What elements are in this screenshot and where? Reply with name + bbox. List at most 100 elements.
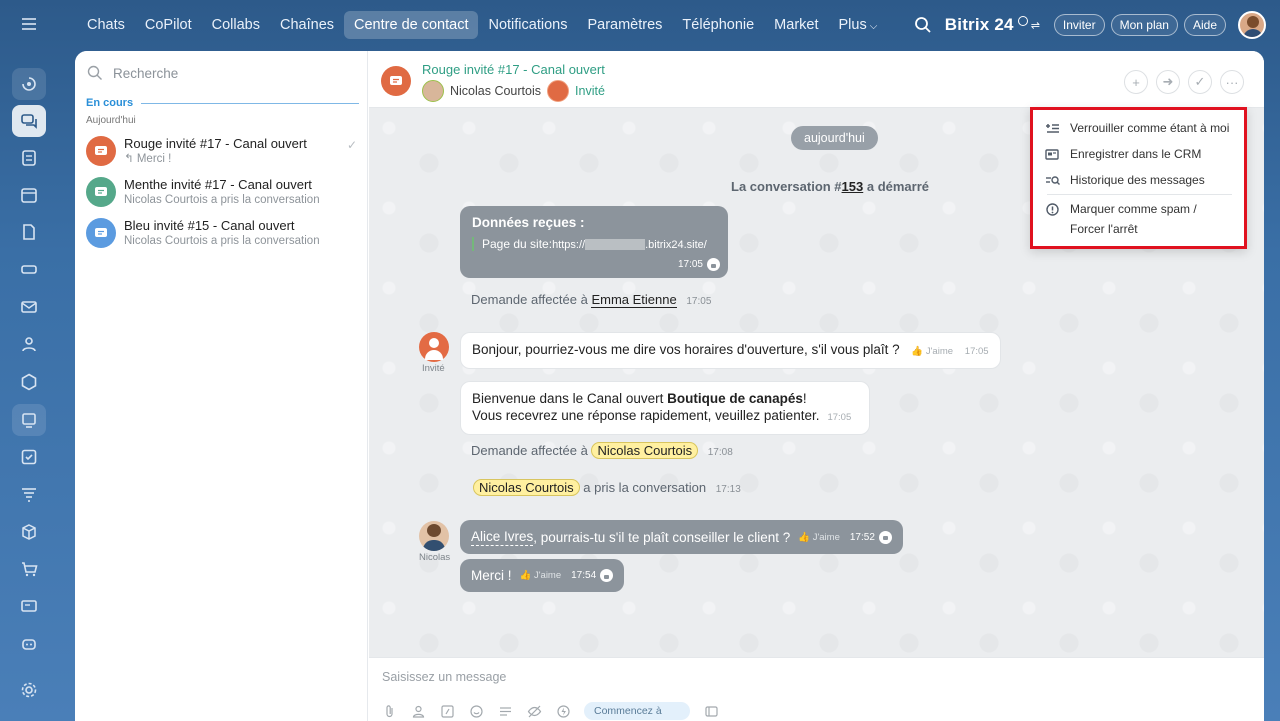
add-icon[interactable]: + xyxy=(1124,70,1148,94)
rail-robot-icon[interactable] xyxy=(12,628,46,660)
guest-name[interactable]: Invité xyxy=(575,84,605,98)
menu-item-history[interactable]: Historique des messages xyxy=(1044,170,1205,190)
search-icon[interactable] xyxy=(913,15,933,35)
assigned-user-chip[interactable]: Nicolas Courtois xyxy=(591,442,699,459)
tab-notifications[interactable]: Notifications xyxy=(478,11,577,39)
chat-item-blue[interactable]: Bleu invité #15 - Canal ouvert Nicolas C… xyxy=(86,218,361,256)
site-url-suffix[interactable]: .bitrix24.site/ xyxy=(645,239,707,251)
start-typing-field[interactable]: Commencez à xyxy=(584,702,690,720)
guest-avatar[interactable] xyxy=(547,80,570,102)
time-text: 17:05 xyxy=(827,412,852,423)
tab-chats[interactable]: Chats xyxy=(77,11,135,39)
mention-link[interactable]: Alice Ivres xyxy=(471,528,534,546)
hidden-message-icon[interactable] xyxy=(526,703,542,719)
member-avatar[interactable] xyxy=(422,80,444,102)
chat-item-mint[interactable]: Menthe invité #17 - Canal ouvert Nicolas… xyxy=(86,177,361,215)
tab-copilot[interactable]: CoPilot xyxy=(135,11,202,39)
tab-collabs[interactable]: Collabs xyxy=(202,11,270,39)
like-button[interactable]: 👍 J'aime xyxy=(911,346,953,357)
message-time: 17:05 xyxy=(678,258,720,271)
quick-answers-icon[interactable] xyxy=(497,703,513,719)
agent-avatar[interactable] xyxy=(419,521,449,551)
time-text: 17:13 xyxy=(715,484,741,495)
my-plan-button[interactable]: Mon plan xyxy=(1110,14,1178,36)
panel-icon[interactable] xyxy=(703,703,719,719)
template-icon[interactable] xyxy=(439,703,455,719)
reply-icon: ↰ xyxy=(124,153,137,165)
like-button[interactable]: 👍 J'aime xyxy=(520,567,562,584)
rail-tasks-icon[interactable] xyxy=(12,441,46,473)
rail-cart-icon[interactable] xyxy=(12,553,46,585)
smile-icon[interactable] xyxy=(468,703,484,719)
user-avatar[interactable] xyxy=(1238,11,1266,39)
rail-chat-icon[interactable] xyxy=(12,105,46,137)
tune-icon[interactable]: ⇌ xyxy=(1031,19,1040,32)
chat-avatar xyxy=(86,136,116,166)
rail-contact-center-icon[interactable] xyxy=(12,404,46,436)
menu-item-spam[interactable]: Marquer comme spam / Forcer l'arrêt xyxy=(1044,199,1197,239)
rail-mail-icon[interactable] xyxy=(12,291,46,323)
attach-icon[interactable] xyxy=(381,703,397,719)
spam-line-2: Forcer l'arrêt xyxy=(1070,222,1138,236)
rail-box-icon[interactable] xyxy=(12,516,46,548)
clock-icon[interactable] xyxy=(1017,16,1028,26)
message-text: , pourrais-tu s'il te plaît conseiller l… xyxy=(533,529,791,545)
pin-lines-icon xyxy=(1044,120,1060,136)
like-label: J'aime xyxy=(925,346,954,357)
menu-icon[interactable] xyxy=(18,13,40,35)
tab-contact-center[interactable]: Centre de contact xyxy=(344,11,479,39)
guest-avatar[interactable] xyxy=(419,332,449,362)
rail-documents-icon[interactable] xyxy=(12,216,46,248)
rail-groups-icon[interactable] xyxy=(12,328,46,360)
crm-card-icon xyxy=(1044,146,1060,162)
dialog-title[interactable]: Rouge invité #17 - Canal ouvert xyxy=(422,62,605,77)
message-text: Bonjour, pourriez-vous me dire vos horai… xyxy=(472,342,900,357)
lightning-icon[interactable] xyxy=(555,703,571,719)
tab-settings[interactable]: Paramètres xyxy=(577,11,672,39)
chat-title: Menthe invité #17 - Canal ouvert xyxy=(124,177,312,192)
brand-logo[interactable]: Bitrix 24 xyxy=(945,15,1014,35)
chat-item-red[interactable]: Rouge invité #17 - Canal ouvert ↰ Merci … xyxy=(86,136,361,174)
menu-item-save-crm[interactable]: Enregistrer dans le CRM xyxy=(1044,144,1201,164)
invite-button[interactable]: Inviter xyxy=(1053,14,1105,36)
rail-funnel-icon[interactable] xyxy=(12,478,46,510)
message-text: Merci ! xyxy=(471,568,512,583)
chat-preview: ↰ Merci ! xyxy=(124,151,361,167)
rail-hexagon-icon[interactable] xyxy=(12,366,46,398)
dialog-avatar[interactable] xyxy=(381,66,411,96)
rail-calendar-icon[interactable] xyxy=(12,179,46,211)
menu-item-label: Enregistrer dans le CRM xyxy=(1070,147,1202,161)
tab-market[interactable]: Market xyxy=(764,11,828,39)
rail-feed-icon[interactable] xyxy=(12,142,46,174)
assigned-user-link[interactable]: Emma Etienne xyxy=(591,292,677,308)
message-input[interactable]: Saisissez un message xyxy=(382,670,506,684)
rail-card-icon[interactable] xyxy=(12,590,46,622)
rail-settings-icon[interactable] xyxy=(12,674,46,706)
site-url-prefix[interactable]: https:// xyxy=(552,239,585,251)
day-label: Aujourd'hui xyxy=(86,115,136,126)
help-button[interactable]: Aide xyxy=(1183,14,1226,36)
welcome-line-2: Vous recevrez une réponse rapidement, ve… xyxy=(472,407,858,426)
site-page-line: Page du site:https:// .bitrix24.site/ xyxy=(472,237,716,251)
rail-activity-icon[interactable] xyxy=(12,68,46,100)
member-name[interactable]: Nicolas Courtois xyxy=(450,84,541,98)
more-icon[interactable]: ··· xyxy=(1220,70,1244,94)
welcome-text-c: ! xyxy=(802,391,807,406)
like-button[interactable]: 👍 J'aime xyxy=(798,529,840,546)
finish-icon[interactable]: ✓ xyxy=(1188,70,1212,94)
time-text: 17:05 xyxy=(677,259,703,270)
chat-bubble-icon xyxy=(95,228,107,237)
left-rail xyxy=(0,0,58,721)
agent-chip[interactable]: Nicolas Courtois xyxy=(473,479,580,496)
conversation-number-link[interactable]: 153 xyxy=(842,179,864,194)
forward-icon[interactable]: ➜ xyxy=(1156,70,1180,94)
user-icon[interactable] xyxy=(410,703,426,719)
tab-channels[interactable]: Chaînes xyxy=(270,11,344,39)
tab-telephony[interactable]: Téléphonie xyxy=(672,11,764,39)
rail-drive-icon[interactable] xyxy=(12,253,46,285)
tab-more[interactable]: Plus ⌵ xyxy=(829,11,888,39)
warning-icon xyxy=(1044,201,1060,217)
menu-item-lock[interactable]: Verrouiller comme étant à moi xyxy=(1044,118,1229,138)
history-search-icon xyxy=(1044,172,1060,188)
chat-search[interactable]: Recherche xyxy=(87,65,178,81)
